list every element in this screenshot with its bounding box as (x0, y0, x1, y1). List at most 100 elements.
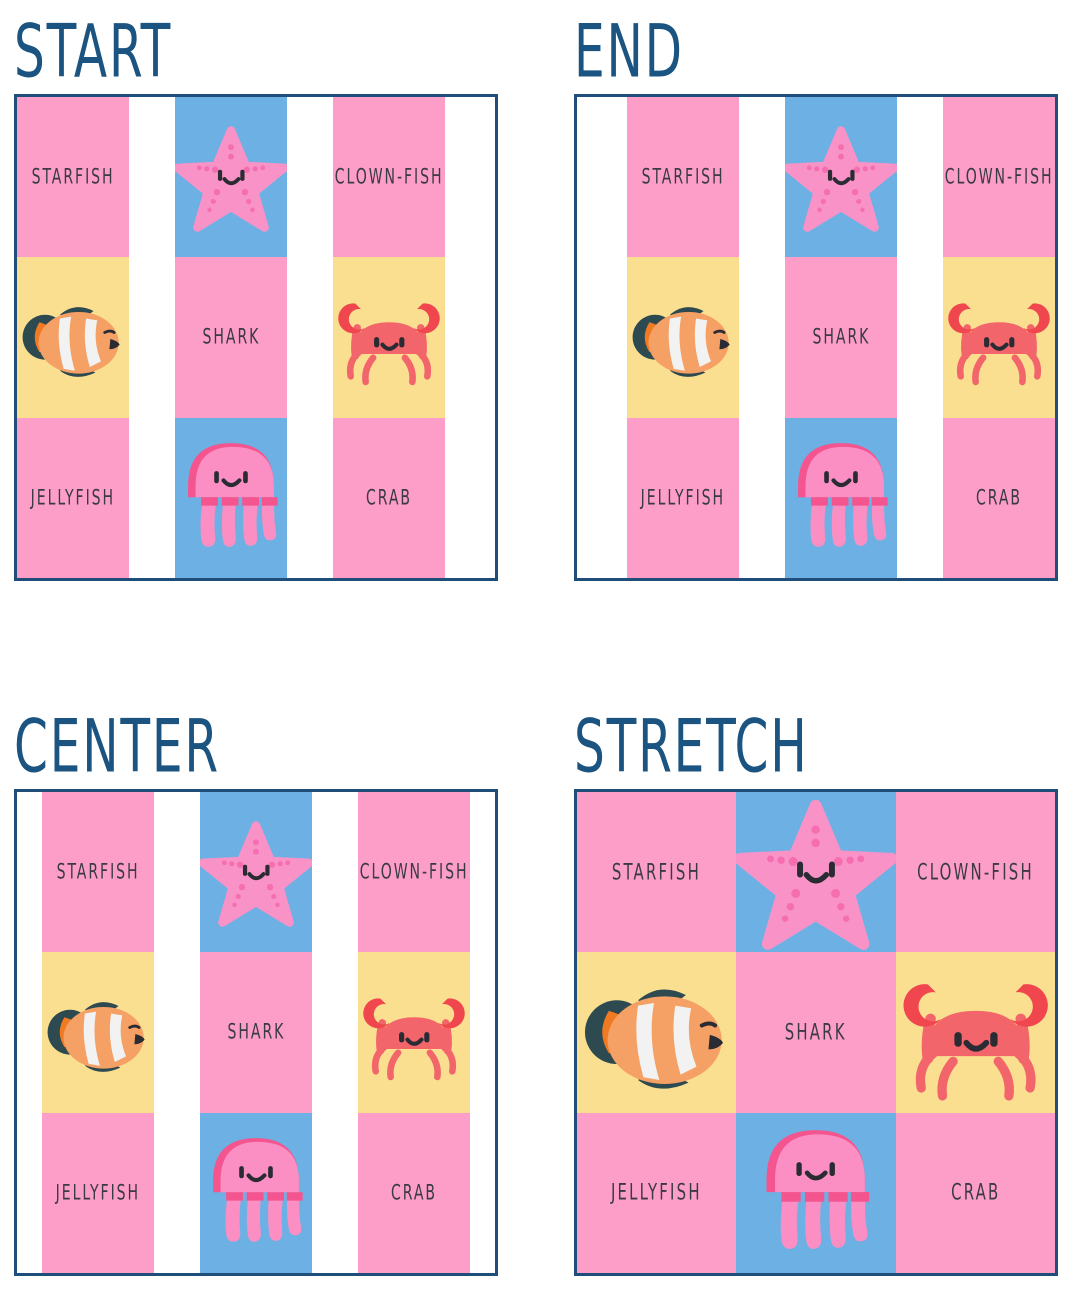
cell-clownfish-art (17, 257, 129, 418)
cell-label: JELLYFISH (30, 485, 116, 511)
cell-label: SHARK (202, 324, 260, 350)
demo-box-center: STARFISH JELLYFISH SHARK CLOWN-FISH CRAB (14, 789, 498, 1276)
cell-clownfish-label: CLOWN-FISH (333, 97, 445, 258)
clownfish-icon (17, 257, 129, 417)
cell-starfish-label: STARFISH (42, 792, 154, 953)
jellyfish-icon (785, 418, 897, 578)
column-3: CLOWN-FISH CRAB (358, 792, 470, 1273)
cell-crab-art (895, 952, 1055, 1113)
cell-clownfish-art (577, 952, 737, 1113)
starfish-icon (175, 97, 287, 257)
cell-starfish-art (736, 792, 896, 953)
clownfish-icon (42, 952, 154, 1112)
panel-stretch: STRETCH STARFISH JELLYFISH SHARK CLOWN-F… (574, 703, 1074, 1310)
column-3: CLOWN-FISH CRAB (895, 792, 1055, 1273)
cell-jellyfish-art (736, 1112, 896, 1273)
panel-center: CENTER STARFISH JELLYFISH SHARK CLOWN-FI… (14, 703, 526, 1310)
cell-label: SHARK (784, 1019, 847, 1046)
cell-starfish-art (200, 792, 312, 953)
cell-label: SHARK (227, 1019, 285, 1045)
cell-shark-label: SHARK (785, 257, 897, 418)
cell-label: STARFISH (31, 164, 115, 190)
column-1: STARFISH JELLYFISH (42, 792, 154, 1273)
starfish-icon (200, 792, 312, 952)
jellyfish-icon (175, 418, 287, 578)
cell-crab-label: CRAB (895, 1112, 1055, 1273)
cell-label: CRAB (390, 1180, 437, 1206)
figure-root: START STARFISH JELLYFISH SHARK CLOWN-FIS… (0, 0, 1074, 1308)
cell-jellyfish-label: JELLYFISH (42, 1112, 154, 1273)
cell-crab-label: CRAB (358, 1112, 470, 1273)
cell-clownfish-label: CLOWN-FISH (895, 792, 1055, 953)
cell-starfish-label: STARFISH (627, 97, 739, 258)
cell-label: STARFISH (641, 164, 725, 190)
cell-jellyfish-art (785, 417, 897, 578)
cell-clownfish-art (627, 257, 739, 418)
crab-icon (358, 952, 470, 1112)
cell-label: JELLYFISH (611, 1179, 703, 1206)
cell-label: JELLYFISH (640, 485, 726, 511)
cell-clownfish-label: CLOWN-FISH (358, 792, 470, 953)
cell-label: CLOWN-FISH (916, 859, 1034, 886)
cell-starfish-label: STARFISH (17, 97, 129, 258)
cell-jellyfish-art (175, 417, 287, 578)
cell-label: JELLYFISH (55, 1180, 141, 1206)
cell-shark-label: SHARK (200, 952, 312, 1113)
panel-grid: START STARFISH JELLYFISH SHARK CLOWN-FIS… (0, 0, 1074, 1310)
panel-start: START STARFISH JELLYFISH SHARK CLOWN-FIS… (14, 8, 526, 615)
cell-crab-art (943, 257, 1055, 418)
cell-shark-label: SHARK (175, 257, 287, 418)
demo-box-start: STARFISH JELLYFISH SHARK CLOWN-FISH CRAB (14, 94, 498, 581)
crab-icon (333, 257, 445, 417)
gutter (287, 97, 333, 578)
cell-starfish-art (175, 97, 287, 258)
column-2: SHARK (785, 97, 897, 578)
column-2: SHARK (175, 97, 287, 578)
starfish-icon (785, 97, 897, 257)
panel-end: END STARFISH JELLYFISH SHARK CLOWN-FISH … (574, 8, 1074, 615)
cell-crab-art (333, 257, 445, 418)
cell-starfish-label: STARFISH (577, 792, 737, 953)
cell-crab-label: CRAB (943, 417, 1055, 578)
cell-jellyfish-art (200, 1112, 312, 1273)
column-3: CLOWN-FISH CRAB (943, 97, 1055, 578)
demo-box-end: STARFISH JELLYFISH SHARK CLOWN-FISH CRAB (574, 94, 1058, 581)
cell-crab-art (358, 952, 470, 1113)
cell-label: CLOWN-FISH (944, 164, 1054, 190)
cell-label: CRAB (365, 485, 412, 511)
cell-starfish-art (785, 97, 897, 258)
demo-box-stretch: STARFISH JELLYFISH SHARK CLOWN-FISH CRAB (574, 789, 1058, 1276)
cell-label: SHARK (812, 324, 870, 350)
column-1: STARFISH JELLYFISH (627, 97, 739, 578)
column-2: SHARK (736, 792, 896, 1273)
crab-icon (896, 952, 1055, 1112)
cell-label: CRAB (975, 485, 1022, 511)
column-2: SHARK (200, 792, 312, 1273)
cell-clownfish-art (42, 952, 154, 1113)
cell-label: STARFISH (612, 859, 702, 886)
gutter (154, 792, 200, 1273)
cell-crab-label: CRAB (333, 417, 445, 578)
column-3: CLOWN-FISH CRAB (333, 97, 445, 578)
clownfish-icon (627, 257, 739, 417)
column-1: STARFISH JELLYFISH (17, 97, 129, 578)
column-1: STARFISH JELLYFISH (577, 792, 737, 1273)
cell-shark-label: SHARK (736, 952, 896, 1113)
cell-jellyfish-label: JELLYFISH (577, 1112, 737, 1273)
starfish-icon (736, 792, 896, 952)
gutter (739, 97, 785, 578)
cell-label: CRAB (950, 1179, 1000, 1206)
clownfish-icon (577, 952, 736, 1112)
crab-icon (943, 257, 1055, 417)
jellyfish-icon (736, 1113, 895, 1273)
gutter (312, 792, 358, 1273)
cell-clownfish-label: CLOWN-FISH (943, 97, 1055, 258)
cell-jellyfish-label: JELLYFISH (627, 417, 739, 578)
gutter (129, 97, 175, 578)
cell-label: CLOWN-FISH (359, 859, 469, 885)
cell-label: STARFISH (56, 859, 140, 885)
gutter (897, 97, 943, 578)
jellyfish-icon (200, 1113, 312, 1273)
cell-label: CLOWN-FISH (334, 164, 444, 190)
cell-jellyfish-label: JELLYFISH (17, 417, 129, 578)
